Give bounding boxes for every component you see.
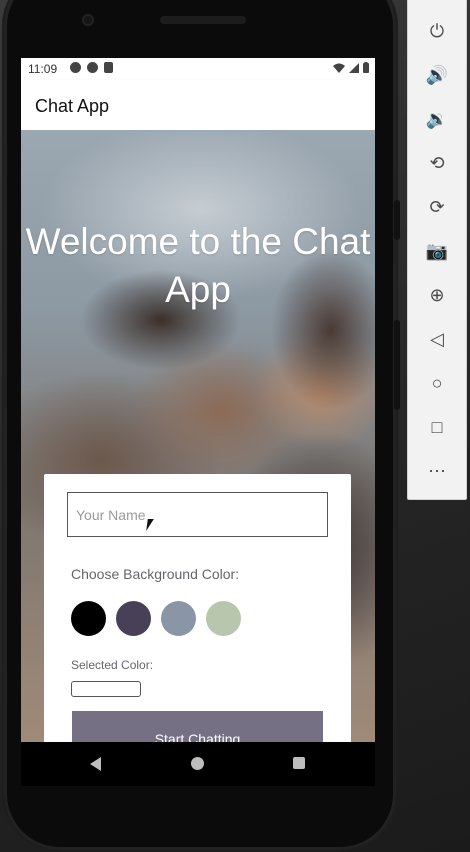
emulator-toolbar: ⏻ 🔊 🔉 ⟲ ⟳ 📷 ⊕ ◁ ○ □ ⋯ bbox=[407, 0, 467, 500]
volume-down-icon[interactable]: 🔉 bbox=[422, 104, 452, 134]
nav-home-icon[interactable] bbox=[191, 757, 204, 770]
start-form-card: Choose Background Color: Selected Color:… bbox=[44, 474, 351, 742]
more-icon[interactable]: ⋯ bbox=[422, 456, 452, 486]
home-icon[interactable]: ○ bbox=[422, 368, 452, 398]
phone-screen: 11:09 Chat App Welcome to the Chat App C… bbox=[21, 58, 375, 742]
volume-up-icon[interactable]: 🔊 bbox=[422, 60, 452, 90]
wifi-icon bbox=[333, 63, 345, 73]
name-input[interactable] bbox=[67, 492, 328, 537]
overview-icon[interactable]: □ bbox=[422, 412, 452, 442]
status-time: 11:09 bbox=[28, 62, 58, 76]
color-swatch-sage[interactable] bbox=[206, 601, 241, 636]
notification-a-icon bbox=[70, 62, 81, 73]
color-swatch-black[interactable] bbox=[71, 601, 106, 636]
sd-card-icon bbox=[104, 62, 113, 73]
earpiece-speaker bbox=[160, 16, 246, 24]
app-bar: Chat App bbox=[21, 80, 375, 130]
phone-side-button bbox=[394, 200, 400, 240]
rotate-right-icon[interactable]: ⟳ bbox=[422, 192, 452, 222]
selected-color-label: Selected Color: bbox=[71, 658, 154, 672]
color-swatch-purple[interactable] bbox=[116, 601, 151, 636]
phone-volume-button bbox=[394, 320, 400, 410]
rotate-left-icon[interactable]: ⟲ bbox=[422, 148, 452, 178]
front-camera bbox=[82, 14, 94, 26]
zoom-icon[interactable]: ⊕ bbox=[422, 280, 452, 310]
choose-color-label: Choose Background Color: bbox=[71, 566, 240, 582]
welcome-title: Welcome to the Chat App bbox=[25, 221, 371, 310]
status-bar: 11:09 bbox=[21, 58, 375, 80]
signal-icon bbox=[349, 62, 359, 73]
mouse-cursor-icon bbox=[146, 519, 160, 531]
camera-icon[interactable]: 📷 bbox=[422, 236, 452, 266]
color-swatch-grey-blue[interactable] bbox=[161, 601, 196, 636]
background-image: Welcome to the Chat App Choose Backgroun… bbox=[21, 130, 375, 742]
start-chatting-button[interactable]: Start Chatting bbox=[72, 711, 323, 742]
power-icon[interactable]: ⏻ bbox=[422, 16, 452, 46]
nav-recents-icon[interactable] bbox=[293, 757, 305, 769]
selected-color-preview bbox=[71, 681, 141, 697]
back-icon[interactable]: ◁ bbox=[422, 324, 452, 354]
notification-p-icon bbox=[87, 62, 98, 73]
notification-icons bbox=[70, 62, 113, 73]
android-nav-bar bbox=[21, 742, 375, 786]
battery-icon bbox=[363, 62, 369, 73]
app-title: Chat App bbox=[35, 96, 110, 116]
color-swatches bbox=[71, 601, 241, 636]
nav-back-icon[interactable] bbox=[90, 757, 101, 771]
system-status-icons bbox=[333, 62, 369, 73]
